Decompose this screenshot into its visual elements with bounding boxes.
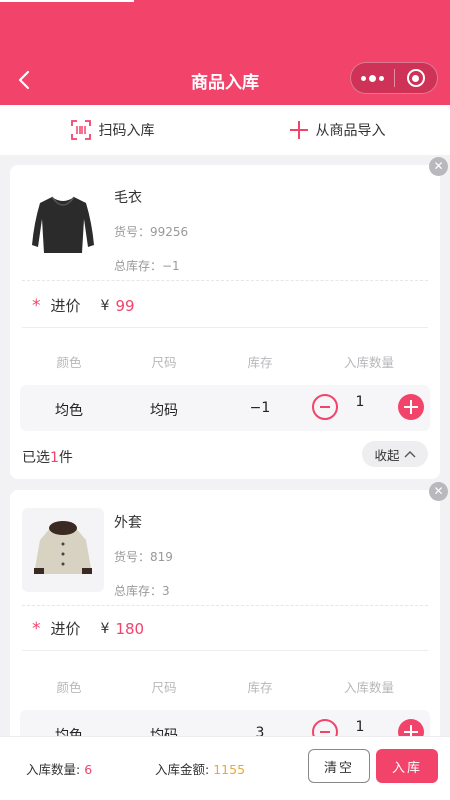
- selected-prefix: 已选: [22, 450, 50, 466]
- total-amount: 入库金额: 1155: [155, 759, 245, 778]
- product-code: 货号：99256: [114, 225, 189, 239]
- close-program-icon[interactable]: [395, 69, 437, 87]
- selected-count: 已选1件: [22, 447, 73, 467]
- total-amount-value: 1155: [213, 762, 246, 777]
- purchase-price-row[interactable]: * 进价 ¥ 180: [32, 618, 144, 639]
- scan-in-button[interactable]: 扫码入库: [0, 105, 225, 155]
- product-total-stock: 总库存：−1: [114, 259, 180, 273]
- divider: [22, 280, 428, 281]
- minus-icon[interactable]: [312, 394, 338, 420]
- import-from-product-button[interactable]: 从商品导入: [225, 105, 450, 155]
- header-size: 尺码: [151, 355, 177, 370]
- collapse-button[interactable]: 收起: [362, 441, 428, 467]
- import-label: 从商品导入: [315, 123, 386, 139]
- header-stock: 库存: [247, 680, 273, 695]
- table-header: 颜色 尺码 库存 入库数量: [22, 677, 428, 697]
- table-header: 颜色 尺码 库存 入库数量: [22, 352, 428, 372]
- total-quantity-value: 6: [84, 762, 93, 777]
- header-stock: 库存: [247, 355, 273, 370]
- quantity-value[interactable]: 1: [356, 394, 365, 410]
- action-bar: 扫码入库 从商品导入: [0, 105, 450, 155]
- product-total-stock: 总库存：3: [114, 584, 170, 598]
- collapse-label: 收起: [374, 447, 400, 463]
- product-code: 货号：819: [114, 550, 173, 564]
- scan-in-label: 扫码入库: [98, 123, 155, 139]
- clear-button[interactable]: 清空: [308, 749, 370, 783]
- currency-symbol: ¥: [100, 620, 110, 637]
- price-value: 99: [115, 296, 135, 315]
- more-icon[interactable]: [351, 74, 394, 82]
- divider: [22, 650, 428, 651]
- total-amount-label: 入库金额:: [155, 762, 210, 777]
- required-star-icon: *: [32, 295, 41, 316]
- selected-number: 1: [50, 450, 59, 466]
- product-image-sweater: [22, 183, 104, 267]
- table-row: 均色 均码 −1 1: [20, 385, 430, 431]
- nav-header: 商品入库: [0, 0, 450, 105]
- purchase-price-row[interactable]: * 进价 ¥ 99: [32, 295, 135, 316]
- currency-symbol: ¥: [100, 297, 110, 314]
- cell-stock: −1: [249, 400, 271, 416]
- required-star-icon: *: [32, 618, 41, 639]
- product-card: ✕ 毛衣 货号：99256 总库存：−1 * 进价 ¥ 99 颜色 尺码 库存 …: [10, 157, 448, 479]
- remove-card-icon[interactable]: ✕: [429, 157, 448, 176]
- submit-stock-in-button[interactable]: 入库: [376, 749, 438, 783]
- chevron-up-icon: [404, 451, 415, 458]
- product-name: 毛衣: [114, 190, 142, 206]
- plus-icon: [289, 121, 308, 139]
- header-color: 颜色: [56, 680, 82, 695]
- selected-suffix: 件: [58, 450, 73, 466]
- header-size: 尺码: [151, 680, 177, 695]
- divider: [22, 605, 428, 606]
- price-label: 进价: [50, 620, 81, 638]
- remove-card-icon[interactable]: ✕: [429, 482, 448, 501]
- cell-color: 均色: [55, 403, 83, 419]
- top-indicator-line: [0, 0, 134, 2]
- bottom-bar: 入库数量: 6 入库金额: 1155 清空 入库: [0, 736, 450, 800]
- total-quantity: 入库数量: 6: [26, 759, 92, 778]
- cell-size: 均码: [150, 403, 178, 419]
- header-qty: 入库数量: [343, 355, 395, 370]
- product-image-coat: [22, 508, 104, 592]
- scan-icon: [70, 120, 91, 140]
- header-qty: 入库数量: [343, 680, 395, 695]
- quantity-stepper: 1: [312, 394, 424, 422]
- total-quantity-label: 入库数量:: [26, 762, 81, 777]
- plus-circle-icon[interactable]: [398, 394, 424, 420]
- divider: [22, 327, 428, 328]
- quantity-value[interactable]: 1: [356, 719, 365, 735]
- price-value: 180: [115, 619, 145, 638]
- price-label: 进价: [50, 297, 81, 315]
- product-name: 外套: [114, 515, 142, 531]
- mini-program-capsule: [350, 62, 438, 94]
- header-color: 颜色: [56, 355, 82, 370]
